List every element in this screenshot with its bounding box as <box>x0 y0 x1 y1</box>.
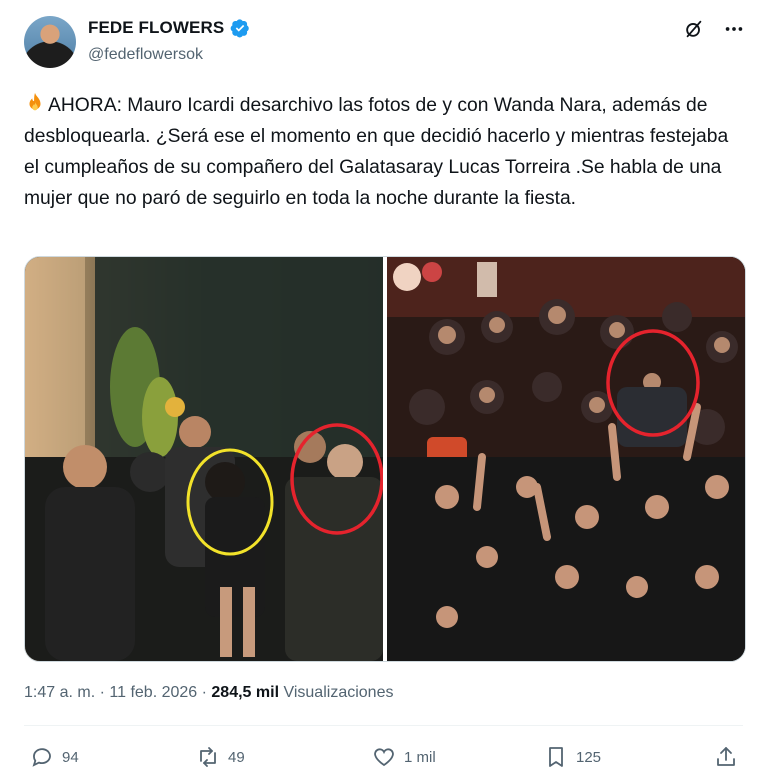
bookmark-button[interactable]: 125 <box>544 745 601 769</box>
tweet-body: AHORA: Mauro Icardi desarchivo las fotos… <box>24 95 729 209</box>
divider-line <box>24 725 743 726</box>
share-icon <box>717 747 735 766</box>
author-name-row: FEDE FLOWERS <box>88 18 250 38</box>
like-count: 1 mil <box>404 748 436 766</box>
fire-icon <box>29 92 41 111</box>
tweet-date[interactable]: 11 feb. 2026 <box>109 684 197 701</box>
display-name[interactable]: FEDE FLOWERS <box>88 18 224 38</box>
views-label: Visualizaciones <box>283 684 394 701</box>
tweet-card: FEDE FLOWERS @fedeflowersok AHORA: Mauro… <box>0 0 767 780</box>
party-photo-right[interactable] <box>387 257 745 661</box>
party-photo-left[interactable] <box>25 257 383 661</box>
meta-dot-2: · <box>201 684 207 701</box>
tweet-time[interactable]: 1:47 a. m. <box>24 684 95 701</box>
reply-button[interactable]: 94 <box>30 745 79 769</box>
party-photo-right-image <box>387 257 745 661</box>
verified-badge-icon <box>230 19 250 38</box>
header-actions <box>683 18 745 40</box>
media-divider <box>383 257 387 661</box>
repost-icon <box>200 747 216 767</box>
bookmark-icon <box>549 747 563 767</box>
bookmark-count: 125 <box>576 748 602 766</box>
action-bar: 94 49 1 mil 125 <box>24 745 744 777</box>
like-button[interactable]: 1 mil <box>372 745 436 769</box>
meta-dot-1: · <box>99 684 105 701</box>
repost-count: 49 <box>228 748 245 766</box>
author-handle[interactable]: @fedeflowersok <box>88 46 203 64</box>
party-photo-left-image <box>25 257 383 661</box>
media-grid <box>24 256 746 662</box>
avatar[interactable] <box>24 16 76 68</box>
share-button[interactable] <box>714 745 738 769</box>
reply-icon <box>32 748 51 767</box>
tweet-meta: 1:47 a. m. · 11 feb. 2026 · 284,5 mil Vi… <box>24 684 393 702</box>
tweet-text: AHORA: Mauro Icardi desarchivo las fotos… <box>24 90 736 214</box>
more-icon[interactable] <box>723 18 745 40</box>
views-count: 284,5 mil <box>211 684 280 701</box>
repost-button[interactable]: 49 <box>196 745 245 769</box>
heart-icon <box>374 748 394 767</box>
reply-count: 94 <box>62 748 79 766</box>
grok-icon[interactable] <box>683 18 705 40</box>
